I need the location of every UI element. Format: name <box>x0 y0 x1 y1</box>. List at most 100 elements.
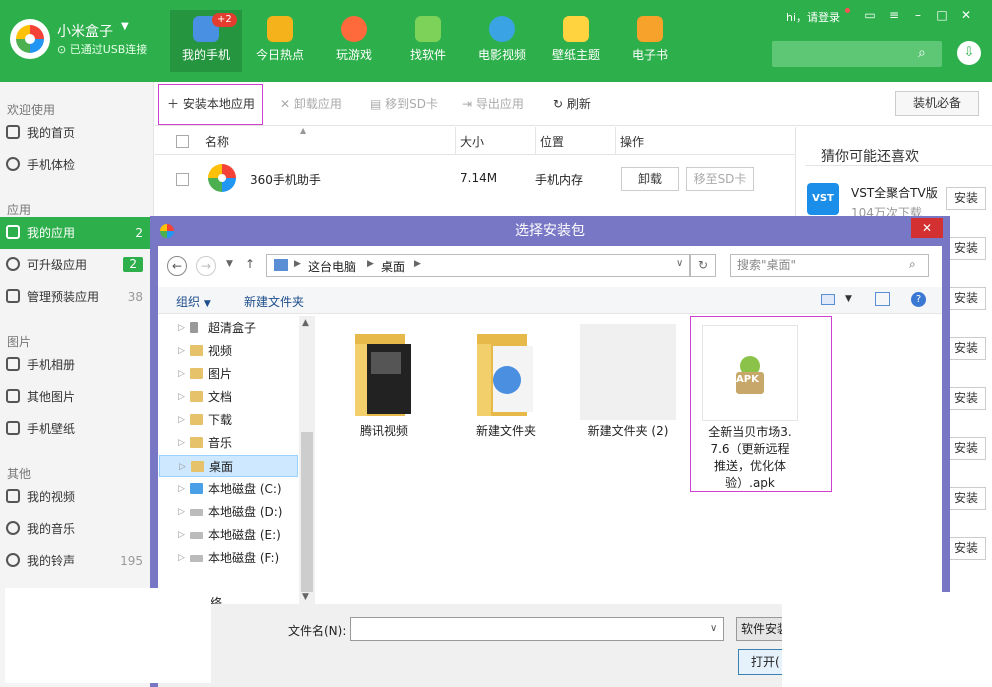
filename-dropdown-icon[interactable]: ∨ <box>710 623 717 634</box>
organize-button[interactable]: 组织 ▼ <box>176 293 211 310</box>
apk-badge: APK <box>736 374 759 385</box>
scroll-down-icon[interactable]: ▼ <box>302 592 309 602</box>
scrollbar-thumb[interactable] <box>301 432 313 592</box>
tree-node-chaoqing[interactable]: ▷ 超清盒子 <box>178 317 298 339</box>
install-button[interactable]: 安装 <box>946 487 986 510</box>
sidebar-item-wallpaper[interactable]: 手机壁纸 <box>0 413 154 445</box>
select-all-checkbox[interactable] <box>176 135 189 148</box>
tree-node-video[interactable]: ▷ 视频 <box>178 340 298 362</box>
tree-node-drive-f[interactable]: ▷ 本地磁盘 (F:) <box>178 547 298 569</box>
sidebar-item-checkup[interactable]: 手机体检 <box>0 149 154 181</box>
back-icon[interactable]: ← <box>167 256 187 276</box>
forward-icon[interactable]: → <box>196 256 216 276</box>
video-icon <box>6 489 20 503</box>
refresh-icon[interactable]: ↻ <box>690 254 716 277</box>
tab-label: 电子书 <box>631 48 668 62</box>
install-button[interactable]: 安装 <box>946 437 986 460</box>
sidebar-item-ringtone[interactable]: 我的铃声 195 <box>0 545 154 577</box>
tree-node-downloads[interactable]: ▷ 下载 <box>178 409 298 431</box>
sd-card-icon: ▤ <box>370 97 386 111</box>
install-button[interactable]: 安装 <box>946 187 986 210</box>
column-header-size[interactable]: 大小 <box>460 133 484 150</box>
scroll-up-icon[interactable]: ▲ <box>302 318 309 328</box>
file-item-new-folder[interactable]: 新建文件夹 <box>456 324 556 439</box>
tree-node-music[interactable]: ▷ 音乐 <box>178 432 298 454</box>
menu-icon[interactable]: ≡ <box>886 7 902 23</box>
uninstall-button[interactable]: ✕ 卸载应用 <box>280 95 342 112</box>
install-button[interactable]: 安装 <box>946 287 986 310</box>
chevron-down-icon[interactable]: ▼ <box>121 21 129 32</box>
tab-hot[interactable]: 今日热点 <box>244 10 316 72</box>
sidebar-item-preinstalled[interactable]: 管理预装应用 38 <box>0 281 154 313</box>
tab-software[interactable]: 找软件 <box>392 10 464 72</box>
column-header-location[interactable]: 位置 <box>540 133 564 150</box>
file-item-new-folder-2[interactable]: 新建文件夹 (2) <box>578 324 678 439</box>
close-icon[interactable]: ✕ <box>958 7 974 23</box>
android-icon <box>415 16 441 42</box>
help-icon[interactable]: ? <box>911 292 926 307</box>
dialog-close-icon[interactable]: ✕ <box>911 218 943 238</box>
view-icon[interactable] <box>821 294 835 305</box>
preview-pane-icon[interactable] <box>875 292 890 306</box>
app-name[interactable]: 小米盒子 <box>57 21 113 41</box>
tab-wallpaper[interactable]: 壁纸主题 <box>540 10 612 72</box>
tree-node-drive-c[interactable]: ▷ 本地磁盘 (C:) <box>178 478 298 500</box>
tree-node-drive-d[interactable]: ▷ 本地磁盘 (D:) <box>178 501 298 523</box>
search-icon: ⌕ <box>909 257 916 271</box>
row-uninstall-button[interactable]: 卸载 <box>621 167 679 191</box>
sidebar-item-album[interactable]: 手机相册 <box>0 349 154 381</box>
tree-node-drive-e[interactable]: ▷ 本地磁盘 (E:) <box>178 524 298 546</box>
sidebar-item-home[interactable]: 我的首页 <box>0 117 154 149</box>
tree-node-desktop[interactable]: ▷ 桌面 <box>159 455 298 477</box>
sidebar-item-music[interactable]: 我的音乐 <box>0 513 154 545</box>
apps-icon <box>6 225 20 239</box>
column-header-name[interactable]: 名称 <box>205 133 229 150</box>
sidebar-item-upgradable[interactable]: 可升级应用 2 <box>0 249 154 281</box>
message-icon[interactable]: ▭ <box>862 7 878 23</box>
history-dropdown-icon[interactable]: ▼ <box>226 259 233 269</box>
install-button[interactable]: 安装 <box>946 537 986 560</box>
sort-up-icon[interactable]: ▲ <box>300 126 306 135</box>
file-name: 新建文件夹 (2) <box>587 424 669 438</box>
search-icon[interactable]: ⌕ <box>918 45 926 61</box>
breadcrumb-pc[interactable]: 这台电脑 <box>308 258 356 275</box>
sidebar-item-other-images[interactable]: 其他图片 <box>0 381 154 413</box>
new-folder-button[interactable]: 新建文件夹 <box>244 293 304 310</box>
minimize-icon[interactable]: – <box>910 7 926 23</box>
install-button[interactable]: 安装 <box>946 387 986 410</box>
export-button[interactable]: ⇥ 导出应用 <box>462 95 524 112</box>
sidebar-item-video[interactable]: 我的视频 <box>0 481 154 513</box>
row-checkbox[interactable] <box>176 173 189 186</box>
move-sd-button[interactable]: ▤ 移到SD卡 <box>370 95 438 112</box>
must-have-button[interactable]: 装机必备 <box>895 91 979 116</box>
chevron-right-icon: ▶ <box>414 259 421 269</box>
tree-node-pictures[interactable]: ▷ 图片 <box>178 363 298 385</box>
sidebar-count: 2 <box>123 257 143 272</box>
install-button[interactable]: 安装 <box>946 237 986 260</box>
address-dropdown-icon[interactable]: ∨ <box>676 258 683 269</box>
file-item-tencent-video[interactable]: 腾讯视频 <box>334 324 434 439</box>
row-move-sd-button[interactable]: 移至SD卡 <box>686 167 754 191</box>
up-icon[interactable]: ↑ <box>245 257 255 271</box>
sidebar-item-my-apps[interactable]: 我的应用 2 <box>0 217 154 249</box>
filename-input[interactable] <box>350 617 724 641</box>
file-search-input[interactable]: 搜索"桌面" <box>730 254 929 277</box>
update-badge: +2 <box>212 13 237 27</box>
desktop-folder-icon <box>191 461 204 472</box>
maximize-icon[interactable]: □ <box>934 7 950 23</box>
login-link[interactable]: hi，请登录 <box>786 9 840 25</box>
install-local-app-button[interactable]: ＋ 安装本地应用 <box>158 84 263 125</box>
breadcrumb-desktop[interactable]: 桌面 <box>381 258 405 275</box>
search-input[interactable] <box>772 41 942 67</box>
recommend-app-name[interactable]: VST全聚合TV版 <box>851 184 938 201</box>
tab-games[interactable]: 玩游戏 <box>318 10 390 72</box>
sidebar-item-label: 管理预装应用 <box>27 290 100 304</box>
install-button[interactable]: 安装 <box>946 337 986 360</box>
tab-video[interactable]: 电影视频 <box>466 10 538 72</box>
refresh-button[interactable]: ↻ 刷新 <box>553 95 591 112</box>
download-icon[interactable]: ⇩ <box>957 41 981 65</box>
tab-ebook[interactable]: 电子书 <box>614 10 686 72</box>
tree-node-documents[interactable]: ▷ 文档 <box>178 386 298 408</box>
view-dropdown-icon[interactable]: ▼ <box>845 294 852 304</box>
app-name: 360手机助手 <box>250 173 321 187</box>
